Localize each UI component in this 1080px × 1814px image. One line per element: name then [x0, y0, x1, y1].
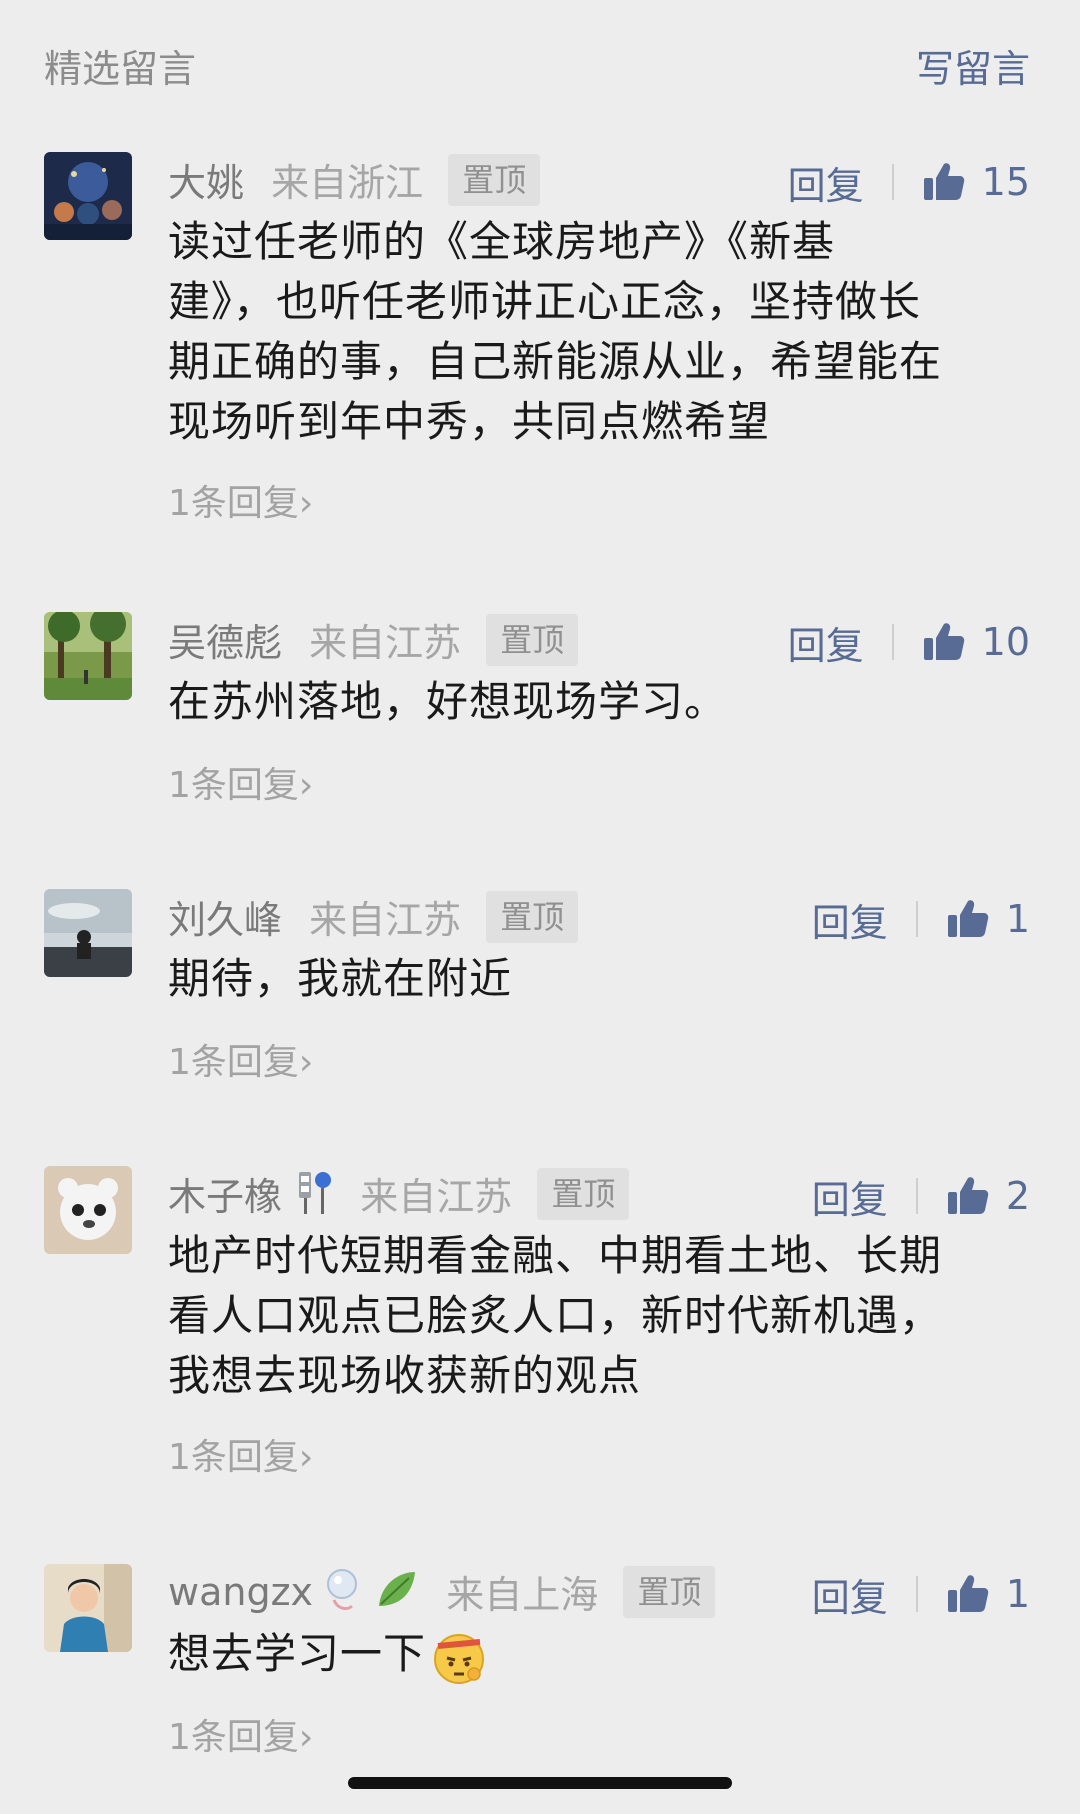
comment-text-line: 建》，也听任老师讲正心正念，坚持做长	[168, 277, 922, 326]
chevron-right-icon: ›	[298, 765, 314, 806]
thumbs-up-icon	[923, 163, 964, 200]
comment-text-line: 读过任老师的《全球房地产》《新基	[168, 217, 836, 266]
comment-text-line: 期正确的事，自己新能源从业，希望能在	[168, 337, 943, 386]
write-comment-button[interactable]: 写留言	[916, 38, 1030, 93]
replies-count-label: 1条回复	[168, 483, 299, 524]
thumbs-up-icon	[947, 900, 989, 937]
reply-button[interactable]: 回复	[812, 1567, 888, 1622]
comment-text-line: 想去学习一下	[168, 1629, 427, 1678]
avatar[interactable]	[44, 1166, 132, 1254]
action-divider	[891, 624, 894, 660]
like-count: 10	[981, 620, 1030, 664]
commenter-location: 来自江苏	[309, 621, 462, 665]
featured-comments-title: 精选留言	[44, 47, 197, 91]
like-count: 1	[1005, 897, 1030, 941]
avatar[interactable]	[44, 152, 132, 240]
action-divider	[891, 164, 894, 200]
like-count: 1	[1005, 1572, 1030, 1616]
thumbs-up-icon	[923, 623, 964, 660]
comment-actions: 回复 2	[812, 1168, 1030, 1224]
like-button[interactable]: 15	[922, 160, 1030, 204]
comment-text: 读过任老师的《全球房地产》《新基 建》，也听任老师讲正心正念，坚持做长 期正确的…	[168, 212, 1048, 452]
commenter-name[interactable]: wangzx	[168, 1570, 313, 1614]
comment-text-line: 期待，我就在附近	[168, 954, 513, 1003]
comment-meta: wangzx 来自上海 置顶 回复 1	[168, 1564, 1030, 1624]
comments-header: 精选留言 写留言	[44, 30, 1030, 93]
determined-face-emoji-icon	[434, 1633, 485, 1684]
comment-text-line: 看人口观点已脍炙人口，新时代新机遇，	[168, 1291, 943, 1340]
reply-button[interactable]: 回复	[788, 155, 864, 210]
comment-meta: 刘久峰 来自江苏 置顶 回复 1	[168, 889, 1030, 949]
view-replies-link[interactable]: 1条回复›	[168, 1708, 313, 1760]
chevron-right-icon: ›	[298, 483, 314, 524]
commenter-location: 来自江苏	[309, 898, 462, 942]
comment-text-line: 在苏州落地，好想现场学习。	[168, 677, 728, 726]
commenter-location: 来自江苏	[360, 1175, 513, 1219]
pinned-badge: 置顶	[486, 890, 579, 943]
like-count: 15	[981, 160, 1030, 204]
view-replies-link[interactable]: 1条回复›	[168, 756, 313, 808]
pinned-badge: 置顶	[537, 1167, 630, 1220]
comment-text: 在苏州落地，好想现场学习。	[168, 672, 1048, 732]
chevron-right-icon: ›	[298, 1437, 314, 1478]
like-button[interactable]: 1	[946, 1572, 1030, 1616]
avatar[interactable]	[44, 1564, 132, 1652]
comment-text: 期待，我就在附近	[168, 949, 1048, 1009]
pinned-badge: 置顶	[623, 1565, 716, 1618]
action-divider	[915, 1178, 918, 1214]
like-count: 2	[1005, 1174, 1030, 1218]
view-replies-link[interactable]: 1条回复›	[168, 474, 313, 526]
replies-count-label: 1条回复	[168, 1042, 299, 1083]
commenter-location: 来自浙江	[271, 161, 424, 205]
comment-text-line: 地产时代短期看金融、中期看土地、长期	[168, 1231, 943, 1280]
reply-button[interactable]: 回复	[788, 615, 864, 670]
view-replies-link[interactable]: 1条回复›	[168, 1428, 313, 1480]
comment-actions: 回复 1	[812, 891, 1030, 947]
commenter-name[interactable]: 大姚	[168, 152, 244, 207]
replies-count-label: 1条回复	[168, 1717, 299, 1758]
like-button[interactable]: 10	[922, 620, 1030, 664]
commenter-name[interactable]: 吴德彪	[168, 612, 282, 667]
comment-text: 地产时代短期看金融、中期看土地、长期 看人口观点已脍炙人口，新时代新机遇， 我想…	[168, 1226, 1048, 1406]
like-button[interactable]: 2	[946, 1174, 1030, 1218]
chevron-right-icon: ›	[298, 1042, 314, 1083]
comment-meta: 木子橡 来自江苏 置顶 回复 2	[168, 1166, 1030, 1226]
home-indicator	[348, 1777, 732, 1789]
commenter-name[interactable]: 木子橡	[168, 1166, 282, 1221]
replies-count-label: 1条回复	[168, 765, 299, 806]
view-replies-link[interactable]: 1条回复›	[168, 1033, 313, 1085]
action-divider	[915, 1576, 918, 1612]
pinned-badge: 置顶	[448, 153, 541, 206]
reply-button[interactable]: 回复	[812, 1169, 888, 1224]
chevron-right-icon: ›	[298, 1717, 314, 1758]
bus-stop-icon	[293, 1168, 333, 1220]
comment-meta: 吴德彪 来自江苏 置顶 回复 10	[168, 612, 1030, 672]
comment-text-line: 我想去现场收获新的观点	[168, 1351, 642, 1400]
comment-meta: 大姚 来自浙江 置顶 回复 15	[168, 152, 1030, 212]
comment-actions: 回复 1	[812, 1566, 1030, 1622]
comment-text-line: 现场听到年中秀，共同点燃希望	[168, 397, 771, 446]
commenter-location: 来自上海	[446, 1573, 599, 1617]
leaf-icon	[375, 1566, 419, 1618]
like-button[interactable]: 1	[946, 897, 1030, 941]
thumbs-up-icon	[947, 1177, 989, 1214]
thumbs-up-icon	[947, 1575, 989, 1612]
commenter-name[interactable]: 刘久峰	[168, 889, 282, 944]
comment-actions: 回复 10	[788, 614, 1030, 670]
reply-button[interactable]: 回复	[812, 892, 888, 947]
action-divider	[915, 901, 918, 937]
comment-text: 想去学习一下	[168, 1624, 1048, 1686]
avatar[interactable]	[44, 612, 132, 700]
pinned-badge: 置顶	[486, 613, 579, 666]
comment-actions: 回复 15	[788, 154, 1030, 210]
bubble-sticker-icon	[324, 1566, 364, 1618]
replies-count-label: 1条回复	[168, 1437, 299, 1478]
avatar[interactable]	[44, 889, 132, 977]
